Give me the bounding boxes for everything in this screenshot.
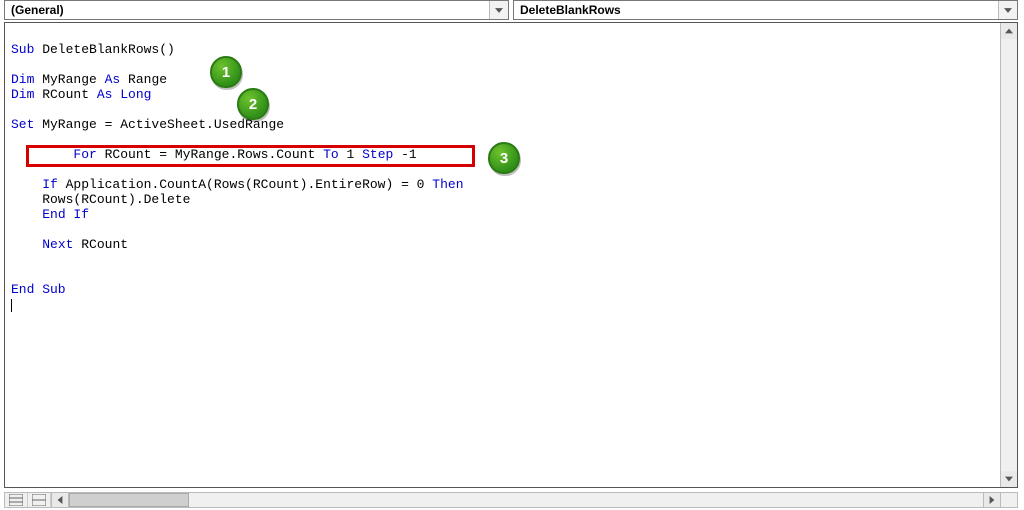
scrollbar-corner [1000, 493, 1017, 507]
object-procedure-bar: (General) DeleteBlankRows [4, 0, 1018, 20]
scroll-up-button[interactable] [1001, 23, 1017, 39]
procedure-dropdown[interactable]: DeleteBlankRows [513, 0, 1018, 20]
horizontal-scroll-track[interactable] [69, 493, 983, 507]
vertical-scroll-track[interactable] [1001, 39, 1017, 471]
scroll-down-button[interactable] [1001, 471, 1017, 487]
dropdown-arrow-icon [998, 1, 1017, 19]
procedure-view-button[interactable] [28, 493, 51, 507]
code-scroll-area[interactable]: Sub DeleteBlankRows() Dim MyRange As Ran… [5, 23, 1001, 487]
procedure-dropdown-label: DeleteBlankRows [514, 3, 627, 17]
object-dropdown-label: (General) [5, 3, 70, 17]
code-editor[interactable]: Sub DeleteBlankRows() Dim MyRange As Ran… [5, 36, 1001, 312]
object-dropdown[interactable]: (General) [4, 0, 509, 20]
dropdown-arrow-icon [489, 1, 508, 19]
vertical-scrollbar[interactable] [1000, 23, 1017, 487]
scroll-left-button[interactable] [52, 493, 69, 507]
code-window: Sub DeleteBlankRows() Dim MyRange As Ran… [4, 22, 1018, 488]
scroll-right-button[interactable] [983, 493, 1000, 507]
view-mode-buttons [5, 493, 52, 507]
horizontal-scroll-thumb[interactable] [69, 493, 189, 507]
editor-root: { "dropdowns": { "object": "(General)", … [0, 0, 1024, 510]
bottom-bar [4, 492, 1018, 508]
full-module-view-button[interactable] [5, 493, 28, 507]
